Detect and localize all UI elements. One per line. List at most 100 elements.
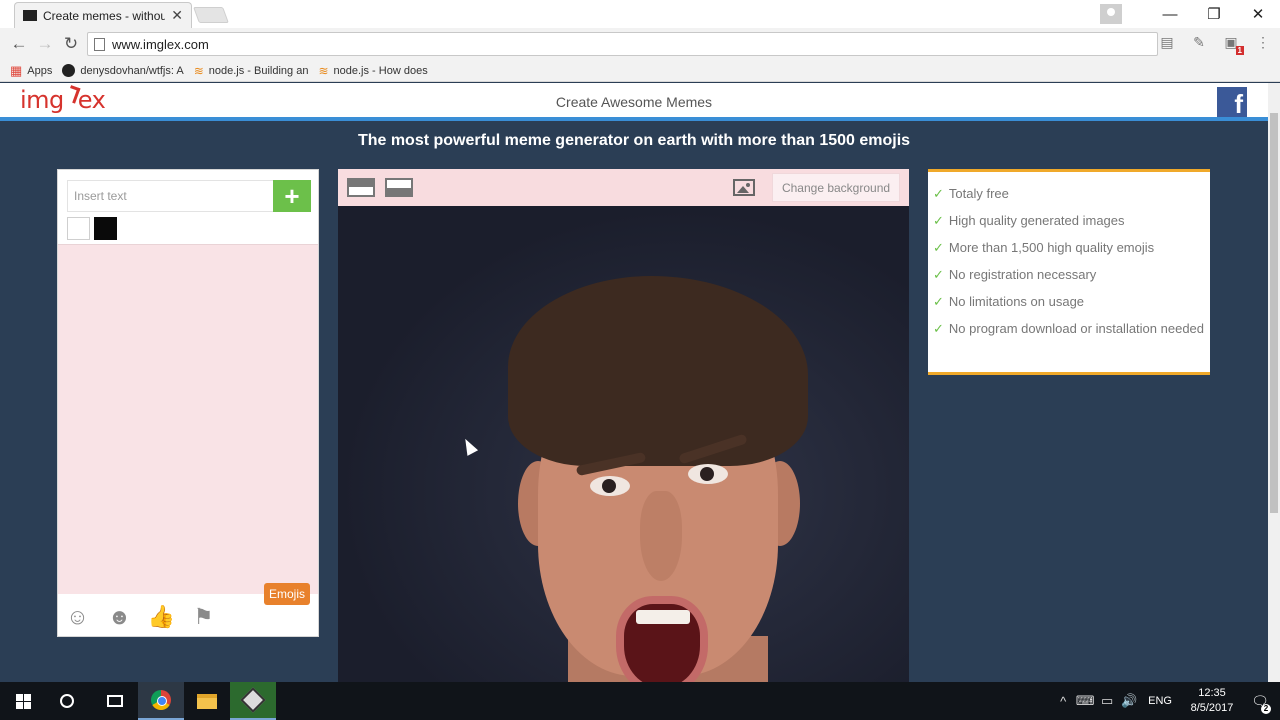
stackoverflow-icon: ≋ (318, 63, 329, 78)
feature-item: ✓ More than 1,500 high quality emojis (933, 240, 1204, 256)
profile-icon[interactable] (1100, 4, 1122, 24)
teeth-shape (636, 610, 690, 624)
smiley-face-icon[interactable]: ☻ (106, 603, 133, 630)
meme-face-illustration (508, 276, 808, 682)
language-indicator[interactable]: ENG (1148, 695, 1172, 707)
action-center-icon[interactable]: 🗨 2 (1240, 693, 1280, 714)
left-eye-shape (590, 476, 630, 496)
check-icon: ✓ (933, 321, 944, 336)
tab-title: Create memes - without (43, 8, 165, 23)
site-title: Create Awesome Memes (555, 94, 713, 110)
right-eye-shape (688, 464, 728, 484)
check-icon: ✓ (933, 186, 944, 201)
page-headline: The most powerful meme generator on eart… (357, 132, 911, 149)
close-window-button[interactable]: ✕ (1236, 5, 1280, 23)
address-bar[interactable]: www.imglex.com (87, 32, 1158, 56)
bookmark-nodejs-building[interactable]: ≋ node.js - Building an (194, 64, 309, 78)
github-icon (62, 64, 76, 77)
text-editor-panel: + Emojis ☺ ☻ 👍 ⚑ (57, 169, 319, 637)
feature-item: ✓ No limitations on usage (933, 294, 1204, 310)
chrome-menu-icon[interactable]: ⋮ (1254, 34, 1272, 51)
windows-start-icon[interactable] (0, 682, 46, 720)
feature-text: No program download or installation need… (948, 321, 1205, 336)
hair-shape (508, 276, 808, 466)
scrollbar-thumb[interactable] (1270, 113, 1278, 513)
forward-button[interactable]: → (32, 31, 58, 57)
smiley-outline-icon[interactable]: ☺ (64, 603, 91, 630)
meme-canvas: Change background (338, 169, 909, 682)
facebook-icon[interactable]: f (1217, 87, 1247, 117)
tab-close-icon[interactable]: ✕ (171, 7, 183, 24)
check-icon: ✓ (933, 240, 944, 255)
toolbar-extensions: ▤ ✎ ▣ 1 ⋮ (1158, 34, 1272, 55)
layout-top-text-icon[interactable] (347, 178, 375, 197)
feature-item: ✓ No program download or installation nee… (933, 321, 1204, 337)
nose-shape (640, 491, 682, 581)
bookmark-wtfjs[interactable]: denysdovhan/wtfjs: A (62, 64, 184, 77)
meme-image[interactable] (338, 206, 909, 682)
clock-time: 12:35 (1198, 687, 1226, 699)
reload-button[interactable]: ↻ (58, 31, 84, 57)
notification-count: 2 (1261, 703, 1271, 714)
apps-grid-icon: ▦ (10, 62, 23, 78)
feature-text: Totaly free (948, 186, 1009, 201)
extension-badge: 1 (1235, 46, 1244, 55)
feature-text: More than 1,500 high quality emojis (948, 240, 1155, 255)
task-view-icon[interactable] (92, 682, 138, 720)
feature-text: No limitations on usage (948, 294, 1085, 309)
feature-item: ✓ No registration necessary (933, 267, 1204, 283)
bookmark-label: node.js - Building an (208, 64, 309, 77)
feature-text: High quality generated images (948, 213, 1125, 228)
keyboard-icon[interactable]: ⌨ (1074, 693, 1096, 709)
url-text: www.imglex.com (112, 36, 209, 52)
page-scrollbar[interactable] (1268, 83, 1280, 682)
new-tab-button[interactable] (193, 7, 229, 23)
minimize-button[interactable]: — (1148, 6, 1192, 23)
insert-text-input[interactable] (67, 180, 274, 212)
bookmark-nodejs-how[interactable]: ≋ node.js - How does (318, 64, 427, 78)
color-swatch-black[interactable] (94, 217, 117, 240)
bookmark-label: denysdovhan/wtfjs: A (80, 64, 184, 77)
feature-item: ✓ Totaly free (933, 186, 1204, 202)
site-header: img ex Create Awesome Memes f (0, 83, 1268, 121)
browser-tab[interactable]: Create memes - without ✕ (14, 2, 192, 28)
file-explorer-icon[interactable] (184, 682, 230, 720)
bookmark-apps[interactable]: ▦ Apps (10, 63, 52, 79)
color-swatch-white[interactable] (67, 217, 90, 240)
features-panel: ✓ Totaly free ✓ High quality generated ima… (928, 169, 1210, 375)
tray-expand-icon[interactable]: ^ (1052, 694, 1074, 709)
emojis-button[interactable]: Emojis (264, 583, 310, 605)
chrome-taskbar-icon[interactable] (138, 682, 184, 720)
windows-taskbar: ^ ⌨ ▭ 🔊 ENG 12:35 8/5/2017 🗨 2 (0, 682, 1280, 720)
emoji-category-tabs: ☺ ☻ 👍 ⚑ (64, 603, 217, 630)
volume-icon[interactable]: 🔊 (1118, 693, 1140, 709)
reader-icon[interactable]: ▤ (1158, 34, 1176, 51)
bookmarks-bar: ▦ Apps denysdovhan/wtfjs: A ≋ node.js - … (0, 60, 1280, 82)
browser-titlebar: Create memes - without ✕ — ❐ ✕ (0, 0, 1280, 28)
network-icon[interactable]: ▭ (1096, 693, 1118, 709)
bookmark-label: Apps (27, 64, 53, 77)
back-button[interactable]: ← (6, 31, 32, 57)
eyedropper-icon[interactable]: ✎ (1190, 34, 1208, 51)
page-info-icon[interactable] (94, 37, 105, 51)
extension-shield-icon[interactable]: ▣ 1 (1222, 34, 1244, 55)
image-icon[interactable] (733, 179, 755, 196)
feature-text: No registration necessary (948, 267, 1097, 282)
check-icon: ✓ (933, 267, 944, 282)
browser-toolbar: ← → ↻ www.imglex.com ▤ ✎ ▣ 1 ⋮ (0, 28, 1280, 60)
app-taskbar-icon[interactable] (230, 682, 276, 720)
canvas-toolbar: Change background (338, 169, 909, 206)
change-background-button[interactable]: Change background (772, 173, 900, 202)
layout-bottom-text-icon[interactable] (385, 178, 413, 197)
flag-icon[interactable]: ⚑ (190, 603, 217, 630)
add-text-button[interactable]: + (273, 180, 311, 212)
thumbs-up-icon[interactable]: 👍 (148, 603, 175, 630)
clock-date: 8/5/2017 (1190, 702, 1234, 714)
maximize-button[interactable]: ❐ (1192, 5, 1236, 23)
tab-favicon-icon (23, 10, 37, 21)
taskbar-clock[interactable]: 12:35 8/5/2017 (1184, 686, 1240, 716)
cortana-search-icon[interactable] (44, 682, 90, 720)
system-tray: ^ ⌨ ▭ 🔊 ENG 12:35 8/5/2017 🗨 2 (1052, 682, 1280, 720)
emoji-picker-area[interactable] (58, 244, 318, 594)
check-icon: ✓ (933, 213, 944, 228)
